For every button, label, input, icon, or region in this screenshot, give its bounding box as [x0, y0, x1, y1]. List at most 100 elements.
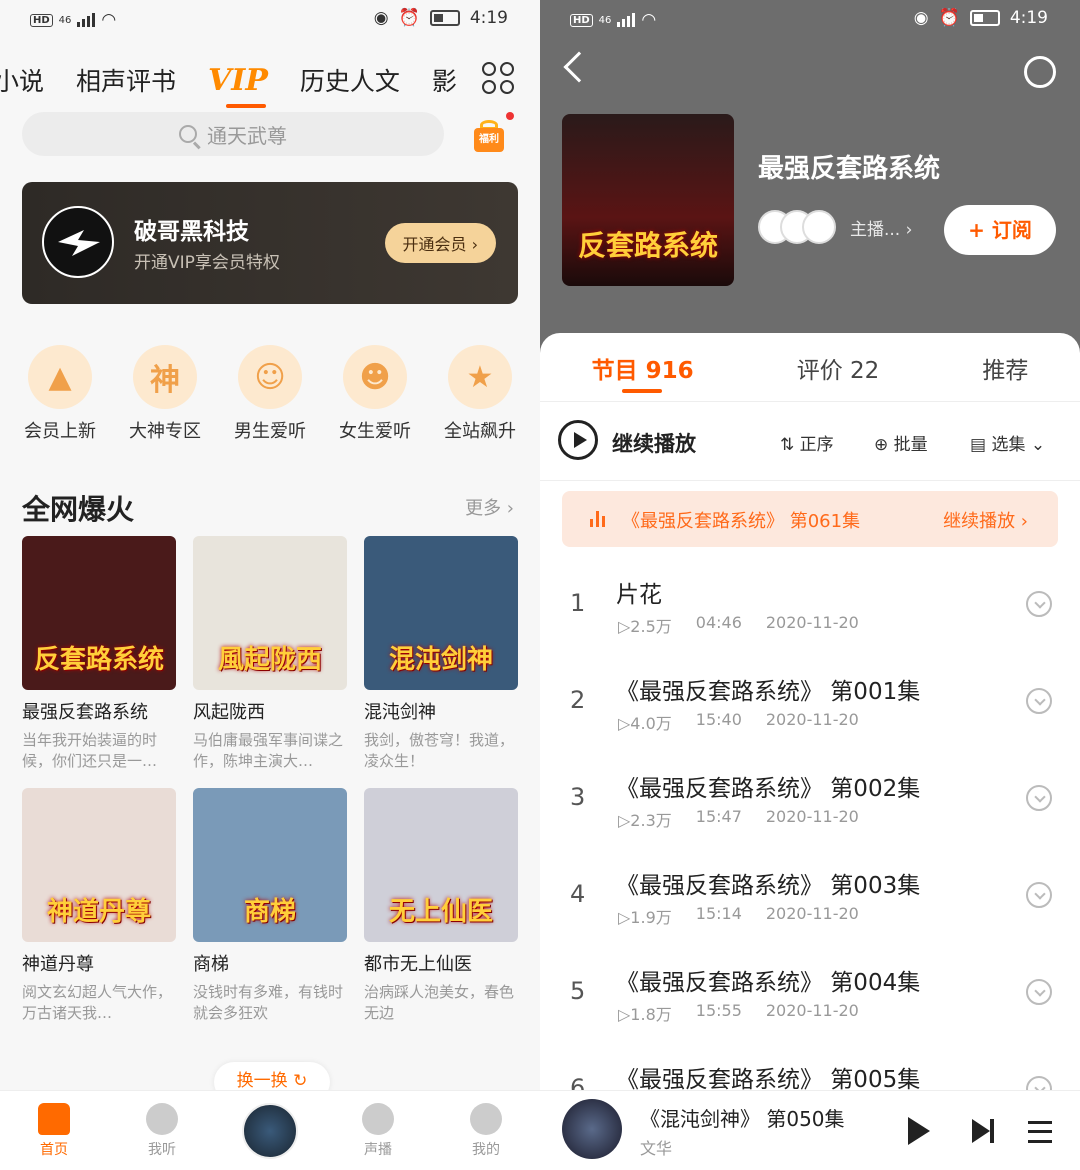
- episode-meta: ▷4.0万 15:40 2020-11-20: [618, 710, 859, 734]
- episode-title: 《最强反套路系统》 第003集: [616, 873, 921, 899]
- subscribe-button[interactable]: + 订阅: [944, 205, 1056, 255]
- book-cover: 風起陇西: [193, 536, 347, 690]
- gift-label: 福利: [474, 128, 504, 152]
- boy-icon: ☺: [238, 345, 302, 409]
- rising-icon: ★: [448, 345, 512, 409]
- hd-icon: HD: [30, 13, 53, 27]
- tab-label: 声播: [364, 1141, 392, 1158]
- tab-label: 我的: [472, 1141, 500, 1158]
- episode-number: 5: [570, 977, 586, 1005]
- category-3[interactable]: ☻ 女生爱听: [323, 345, 427, 443]
- next-icon[interactable]: [972, 1119, 994, 1143]
- book-card[interactable]: 神道丹尊 神道丹尊 阅文玄幻超人气大作，万古诸天我…: [22, 788, 176, 1024]
- episode-row[interactable]: 5 《最强反套路系统》 第004集 ▷1.8万 15:55 2020-11-20: [540, 955, 1080, 1053]
- section-title: 全网爆火: [22, 493, 135, 526]
- play-count: ▷1.8万: [618, 1005, 672, 1024]
- episode-title: 《最强反套路系统》 第002集: [616, 776, 921, 802]
- book-cover: 无上仙医: [364, 788, 518, 942]
- tab-recommend[interactable]: 推荐: [982, 351, 1028, 385]
- play-circle-icon[interactable]: [558, 420, 598, 460]
- mini-player[interactable]: 《混沌剑神》 第050集 文华: [540, 1090, 1080, 1170]
- tab-vip[interactable]: VIP: [208, 63, 268, 108]
- tab-item-4[interactable]: 我的: [446, 1102, 526, 1159]
- category-label: 女生爱听: [339, 421, 411, 442]
- category-label: 会员上新: [24, 421, 96, 442]
- avatar: [42, 206, 114, 278]
- search-input[interactable]: 通天武尊: [22, 112, 444, 156]
- hosts-row[interactable]: 主播... ›: [758, 210, 912, 244]
- book-card[interactable]: 混沌剑神 混沌剑神 我剑，傲苍穹！我道，凌众生！: [364, 536, 518, 772]
- resume-banner[interactable]: 《最强反套路系统》 第061集 继续播放 ›: [562, 491, 1058, 547]
- category-1[interactable]: 神大神专区: [113, 345, 217, 443]
- batch-download-button[interactable]: ⊕ 批量: [874, 430, 928, 455]
- download-icon[interactable]: [1026, 785, 1052, 811]
- share-icon[interactable]: [1024, 56, 1056, 88]
- download-icon[interactable]: [1026, 688, 1052, 714]
- cover-title: 无上仙医: [388, 897, 493, 927]
- cover-title: 反套路系统: [577, 229, 718, 262]
- more-link[interactable]: 更多 ›: [465, 494, 514, 520]
- book-desc: 当年我开始装逼的时候，你们还只是一…: [22, 731, 158, 770]
- tab-film[interactable]: 影: [432, 62, 457, 98]
- wifi-icon: ◠: [641, 10, 657, 30]
- duration: 15:55: [695, 1001, 742, 1020]
- category-2[interactable]: ☺ 男生爱听: [218, 345, 322, 443]
- clock-time: 4:19: [469, 8, 508, 28]
- select-episodes-button[interactable]: ▤ 选集 ⌄: [970, 430, 1045, 455]
- category-4[interactable]: ★ 全站飙升: [428, 345, 532, 443]
- play-icon[interactable]: [908, 1117, 930, 1145]
- episode-meta: ▷2.3万 15:47 2020-11-20: [618, 807, 859, 831]
- play-count: ▷2.3万: [618, 811, 672, 830]
- sort-button[interactable]: ⇅ 正序: [780, 430, 834, 455]
- download-icon[interactable]: [1026, 591, 1052, 617]
- download-icon[interactable]: [1026, 979, 1052, 1005]
- episode-title: 《最强反套路系统》 第001集: [616, 679, 921, 705]
- episode-row[interactable]: 3 《最强反套路系统》 第002集 ▷2.3万 15:47 2020-11-20: [540, 761, 1080, 859]
- book-title: 神道丹尊: [22, 954, 94, 975]
- status-bar: HD 46 ◠ ◉ ⏰ 4:19: [540, 0, 1080, 38]
- cover-title: 混沌剑神: [388, 645, 493, 675]
- episode-row[interactable]: 1 片花 ▷2.5万 04:46 2020-11-20: [540, 567, 1080, 665]
- tab-item-2[interactable]: [230, 1102, 310, 1159]
- battery-icon: [429, 10, 460, 26]
- tab-crosstalk[interactable]: 相声评书: [76, 62, 176, 98]
- tab-history[interactable]: 历史人文: [300, 62, 400, 98]
- now-playing-cover: [562, 1099, 622, 1159]
- status-bar: HD 46 ◠ ◉ ⏰ 4:19: [0, 0, 540, 38]
- album-tabs: 节目 916 评价 22 推荐: [540, 351, 1080, 393]
- category-0[interactable]: ▲ 会员上新: [8, 345, 112, 443]
- episode-number: 2: [570, 686, 586, 714]
- tab-item-3[interactable]: 声播: [338, 1102, 418, 1159]
- date: 2020-11-20: [765, 807, 859, 826]
- open-vip-button[interactable]: 开通会员 ›: [384, 223, 496, 263]
- tab-episodes[interactable]: 节目 916: [592, 351, 694, 393]
- cover-title: 風起陇西: [217, 645, 322, 675]
- episode-row[interactable]: 4 《最强反套路系统》 第003集 ▷1.9万 15:14 2020-11-20: [540, 858, 1080, 956]
- episode-row[interactable]: 2 《最强反套路系统》 第001集 ▷4.0万 15:40 2020-11-20: [540, 664, 1080, 762]
- book-desc: 我剑，傲苍穹！我道，凌众生！: [364, 731, 515, 770]
- book-card[interactable]: 无上仙医 都市无上仙医 治病踩人泡美女，春色无边: [364, 788, 518, 1024]
- play-count: ▷2.5万: [618, 617, 672, 636]
- download-icon[interactable]: [1026, 882, 1052, 908]
- alarm-icon: ⏰: [938, 8, 960, 28]
- tab-icon: [470, 1102, 502, 1135]
- continue-play-button[interactable]: 继续播放: [612, 428, 696, 458]
- gift-button[interactable]: 福利: [470, 112, 514, 154]
- eye-icon: ◉: [373, 8, 389, 28]
- tab-reviews[interactable]: 评价 22: [797, 351, 880, 385]
- book-desc: 马伯庸最强军事间谍之作，陈坤主演大…: [193, 731, 344, 770]
- all-categories-icon[interactable]: [482, 62, 514, 94]
- book-card[interactable]: 風起陇西 风起陇西 马伯庸最强军事间谍之作，陈坤主演大…: [193, 536, 347, 772]
- tab-novel[interactable]: 小说: [0, 62, 44, 98]
- tab-label: 首页: [40, 1141, 68, 1158]
- vip-card[interactable]: 破哥黑科技 开通VIP享会员特权 开通会员 ›: [22, 182, 518, 304]
- user-name: 破哥黑科技: [134, 219, 249, 245]
- resume-action[interactable]: 继续播放 ›: [943, 507, 1028, 533]
- section-header: 全网爆火 更多 ›: [22, 488, 518, 526]
- book-card[interactable]: 商梯 商梯 没钱时有多难，有钱时就会多狂欢: [193, 788, 347, 1024]
- tab-item-0[interactable]: 首页: [14, 1102, 94, 1159]
- album-cover: 反套路系统: [562, 114, 734, 286]
- playlist-icon[interactable]: [1028, 1121, 1052, 1143]
- tab-item-1[interactable]: 我听: [122, 1102, 202, 1159]
- book-card[interactable]: 反套路系统 最强反套路系统 当年我开始装逼的时候，你们还只是一…: [22, 536, 176, 772]
